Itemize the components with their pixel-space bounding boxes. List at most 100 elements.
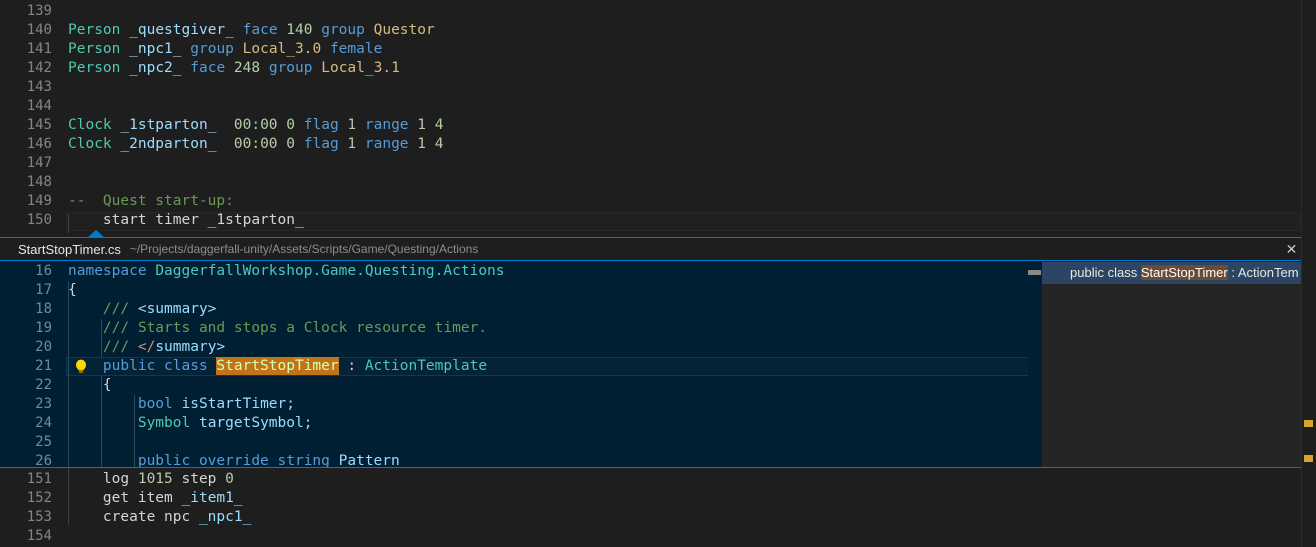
code-token: _2ndparton_ — [120, 136, 217, 152]
code-token: group — [321, 22, 365, 38]
code-line[interactable]: 150 start timer _1stparton_ — [0, 211, 1316, 230]
peek-definition-view: StartStopTimer.cs ~/Projects/daggerfall-… — [0, 237, 1316, 468]
result-prefix: public class — [1070, 265, 1141, 280]
code-token: create npc — [68, 509, 199, 525]
code-token: Questor — [373, 22, 435, 38]
peek-scrollbar-slider[interactable] — [1028, 270, 1041, 275]
code-token: 140 — [286, 22, 313, 38]
code-line[interactable]: 25 — [0, 433, 1028, 452]
code-token: DaggerfallWorkshop.Game.Questing.Actions — [155, 263, 505, 279]
code-line[interactable]: 146 Clock _2ndparton_ 00:00 0 flag 1 rang… — [0, 135, 1316, 154]
code-token: targetSymbol; — [190, 415, 313, 431]
overview-ruler[interactable] — [1301, 0, 1316, 547]
code-token: 1 — [417, 117, 426, 133]
code-token: Person — [68, 41, 121, 57]
code-token: isStartTimer; — [181, 396, 296, 412]
code-editor: 139 140 Person _questgiver_ face 140 group… — [0, 0, 1316, 547]
code-token: summary> — [155, 339, 226, 355]
code-line[interactable]: 149 -- Quest start-up: — [0, 192, 1316, 211]
code-line[interactable]: 153 create npc _npc1_ — [0, 508, 1316, 527]
peek-header[interactable]: StartStopTimer.cs ~/Projects/daggerfall-… — [0, 238, 1316, 261]
code-line[interactable]: 152 get item _item1_ — [0, 489, 1316, 508]
result-match: StartStopTimer — [1140, 265, 1228, 280]
result-suffix: : ActionTem — [1227, 265, 1299, 280]
peek-result-row[interactable]: public class StartStopTimer : ActionTem — [1042, 262, 1316, 284]
peek-code-pane[interactable]: 16 namespace DaggerfallWorkshop.Game.Ques… — [0, 262, 1028, 467]
code-line[interactable]: 144 — [0, 97, 1316, 116]
code-token: _npc2_ — [129, 60, 182, 76]
line-content: Symbol targetSymbol; — [68, 414, 313, 433]
code-line[interactable]: 154 — [0, 527, 1316, 546]
line-number: 148 — [26, 174, 52, 190]
code-token: 4 — [434, 136, 444, 152]
line-content: namespace DaggerfallWorkshop.Game.Questi… — [68, 262, 505, 281]
code-line[interactable]: 140 Person _questgiver_ face 140 group Qu… — [0, 21, 1316, 40]
line-content: { — [68, 376, 112, 395]
code-line[interactable]: 20 /// </summary> — [0, 338, 1028, 357]
line-content: { — [68, 281, 77, 300]
line-number: 141 — [26, 41, 52, 57]
code-token: /// Starts and stops a Clock resource ti… — [68, 320, 488, 336]
code-token: /// — [68, 339, 138, 355]
code-line[interactable]: 16 namespace DaggerfallWorkshop.Game.Ques… — [0, 262, 1028, 281]
editor-top-region[interactable]: 139 140 Person _questgiver_ face 140 group… — [0, 0, 1316, 237]
line-content: bool isStartTimer; — [68, 395, 295, 414]
code-line[interactable]: 22 { — [0, 376, 1028, 395]
editor-bottom-region[interactable]: 151 log 1015 step 0 152 get item _item1_ 1… — [0, 468, 1316, 547]
code-line[interactable]: 24 Symbol targetSymbol; — [0, 414, 1028, 433]
line-number: 19 — [35, 320, 52, 336]
code-token: namespace — [68, 263, 156, 279]
line-content: Person _npc2_ face 248 group Local_3.1 — [68, 59, 400, 78]
code-line[interactable]: 19 /// Starts and stops a Clock resource… — [0, 319, 1028, 338]
code-token: flag — [303, 136, 339, 152]
code-token: <summary> — [137, 301, 217, 317]
code-token: public class — [68, 358, 217, 374]
code-line[interactable]: 141 Person _npc1_ group Local_3.0 female — [0, 40, 1316, 59]
code-token: face — [190, 60, 226, 76]
code-line[interactable]: 21 public class StartStopTimer : ActionT… — [0, 357, 1028, 376]
line-number: 25 — [35, 434, 52, 450]
line-content: -- Quest start-up: — [68, 192, 234, 211]
line-number: 23 — [35, 396, 52, 412]
code-token: Clock — [68, 136, 112, 152]
code-token: Pattern — [338, 453, 400, 467]
line-number: 21 — [35, 358, 52, 374]
code-token: face — [242, 22, 278, 38]
line-number: 150 — [26, 212, 52, 228]
code-line[interactable]: 139 — [0, 2, 1316, 21]
code-line[interactable]: 147 — [0, 154, 1316, 173]
ruler-marker — [1304, 420, 1313, 427]
code-line[interactable]: 18 /// <summary> — [0, 300, 1028, 319]
code-token: 248 — [233, 60, 261, 76]
code-line[interactable]: 17 { — [0, 281, 1028, 300]
code-line[interactable]: 142 Person _npc2_ face 248 group Local_3.… — [0, 59, 1316, 78]
code-line[interactable]: 23 bool isStartTimer; — [0, 395, 1028, 414]
code-line[interactable]: 26 public override string Pattern — [0, 452, 1028, 467]
code-token: get item — [68, 490, 182, 506]
line-number: 142 — [26, 60, 52, 76]
line-number: 145 — [26, 117, 52, 133]
code-line[interactable]: 151 log 1015 step 0 — [0, 470, 1316, 489]
code-token: female — [329, 41, 383, 57]
code-token: _questgiver_ — [129, 22, 234, 38]
code-line[interactable]: 145 Clock _1stparton_ 00:00 0 flag 1 rang… — [0, 116, 1316, 135]
code-line[interactable]: 143 — [0, 78, 1316, 97]
code-token: step — [172, 471, 226, 487]
code-line[interactable]: 148 — [0, 173, 1316, 192]
code-token: bool — [68, 396, 182, 412]
code-token: Person — [68, 60, 121, 76]
line-number: 154 — [26, 528, 52, 544]
line-number: 17 — [35, 282, 52, 298]
peek-results-pane[interactable]: public class StartStopTimer : ActionTem — [1042, 262, 1316, 467]
close-icon[interactable]: ✕ — [1283, 241, 1300, 258]
line-content: create npc _npc1_ — [68, 508, 251, 527]
line-number: 149 — [26, 193, 52, 209]
